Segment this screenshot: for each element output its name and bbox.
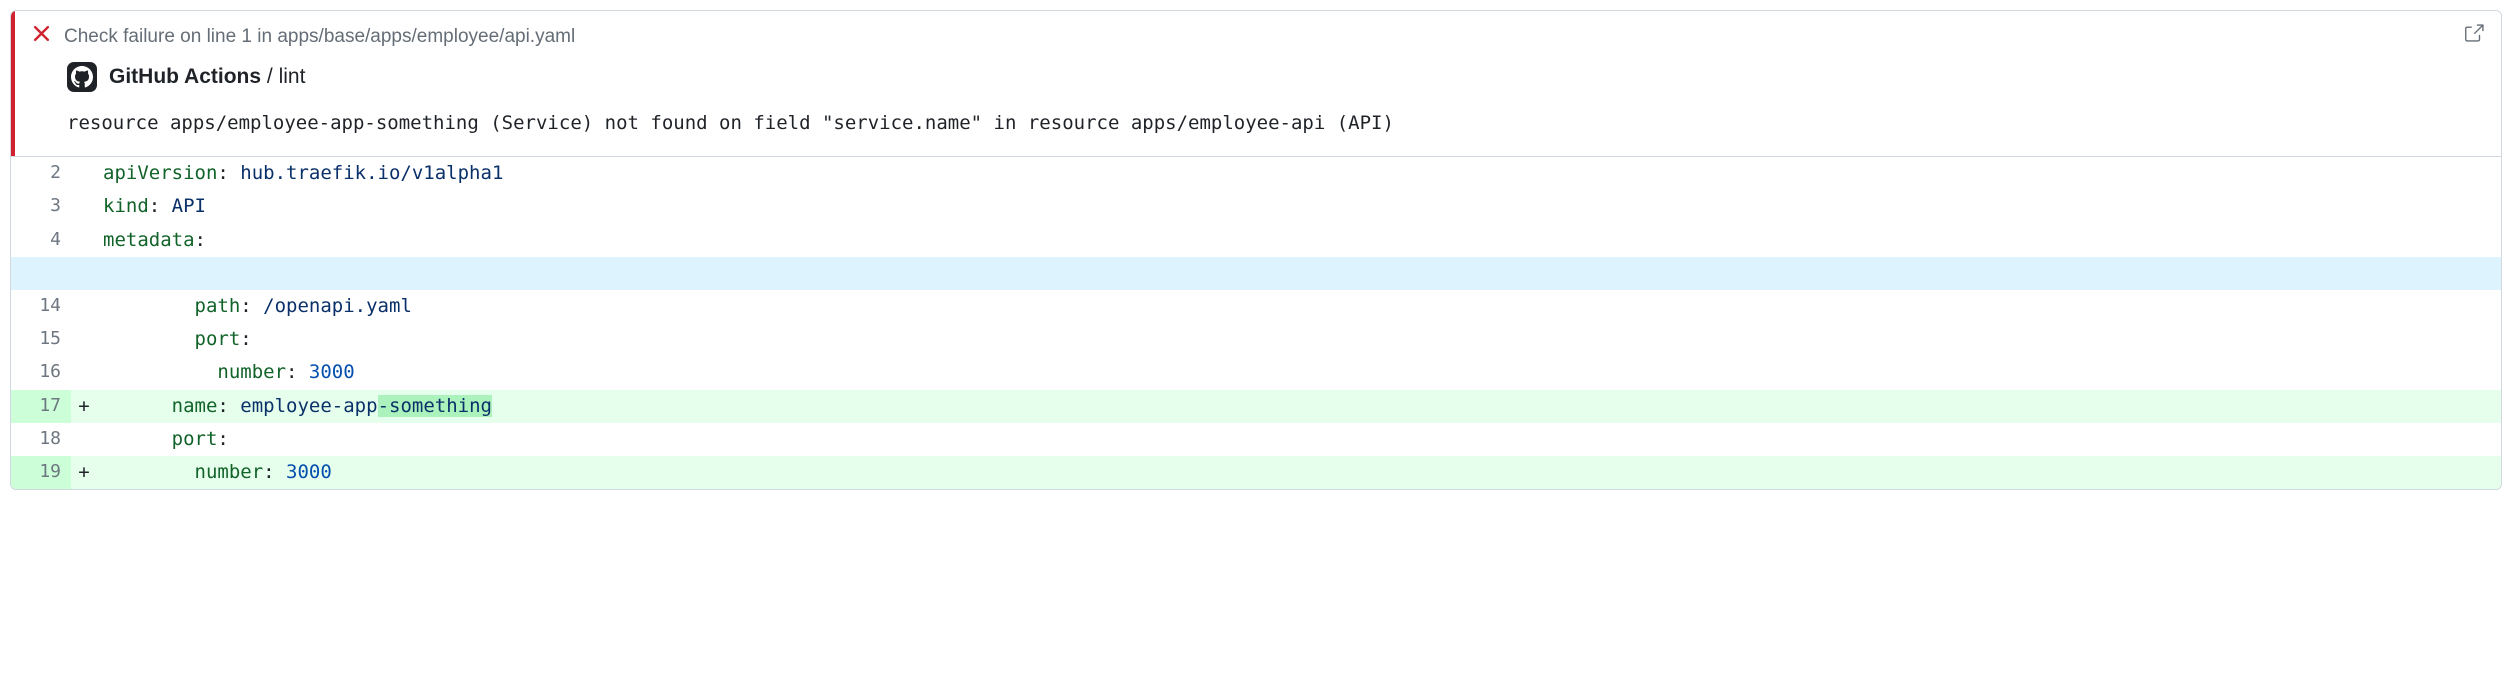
annotation-message: resource apps/employee-app-something (Se… <box>67 112 2483 134</box>
code-content: port: <box>97 323 2501 356</box>
diff-tbody: 2 apiVersion: hub.traefik.io/v1alpha1 3 kin… <box>11 157 2501 490</box>
annotation-header: Check failure on line 1 in apps/base/app… <box>33 25 2483 48</box>
line-number[interactable]: 18 <box>11 423 71 456</box>
line-number[interactable]: 4 <box>11 224 71 257</box>
annotation-source-row: GitHub Actions / lint <box>67 62 2483 92</box>
code-content: metadata: <box>97 224 2501 257</box>
code-line: 3 kind: API <box>11 190 2501 223</box>
code-line: 2 apiVersion: hub.traefik.io/v1alpha1 <box>11 157 2501 191</box>
code-line: 15 port: <box>11 323 2501 356</box>
code-line: 16 number: 3000 <box>11 356 2501 389</box>
diff-marker <box>71 157 97 191</box>
code-line <box>11 257 2501 290</box>
line-number[interactable] <box>11 257 71 290</box>
github-logo-icon <box>67 62 97 92</box>
line-number[interactable]: 14 <box>11 290 71 323</box>
diff-marker: + <box>71 456 97 489</box>
diff-code-table: 2 apiVersion: hub.traefik.io/v1alpha1 3 kin… <box>11 156 2501 489</box>
diff-marker <box>71 290 97 323</box>
code-line: 19+ number: 3000 <box>11 456 2501 489</box>
diff-marker <box>71 423 97 456</box>
line-number[interactable]: 16 <box>11 356 71 389</box>
expand-annotation-icon[interactable] <box>2463 23 2485 48</box>
diff-marker <box>71 356 97 389</box>
code-line: 18 port: <box>11 423 2501 456</box>
line-number[interactable]: 15 <box>11 323 71 356</box>
annotation-source: GitHub Actions / lint <box>109 65 305 89</box>
code-content: kind: API <box>97 190 2501 223</box>
annotation-source-sep: / <box>261 65 279 88</box>
code-content: path: /openapi.yaml <box>97 290 2501 323</box>
annotation-source-check: lint <box>279 65 306 88</box>
line-number[interactable]: 19 <box>11 456 71 489</box>
check-annotation: Check failure on line 1 in apps/base/app… <box>11 11 2501 156</box>
code-line: 4 metadata: <box>11 224 2501 257</box>
code-content: apiVersion: hub.traefik.io/v1alpha1 <box>97 157 2501 191</box>
code-content: name: employee-app-something <box>97 390 2501 423</box>
code-content: port: <box>97 423 2501 456</box>
code-line: 17+ name: employee-app-something <box>11 390 2501 423</box>
annotation-header-text: Check failure on line 1 in apps/base/app… <box>64 26 575 48</box>
diff-marker: + <box>71 390 97 423</box>
code-content <box>97 257 2501 290</box>
diff-annotation-container: Check failure on line 1 in apps/base/app… <box>10 10 2502 490</box>
code-content: number: 3000 <box>97 456 2501 489</box>
annotation-source-app: GitHub Actions <box>109 65 261 88</box>
diff-marker <box>71 224 97 257</box>
line-number[interactable]: 3 <box>11 190 71 223</box>
failure-x-icon <box>33 25 50 48</box>
line-number[interactable]: 2 <box>11 157 71 191</box>
diff-marker <box>71 323 97 356</box>
code-line: 14 path: /openapi.yaml <box>11 290 2501 323</box>
diff-marker <box>71 190 97 223</box>
diff-marker <box>71 257 97 290</box>
line-number[interactable]: 17 <box>11 390 71 423</box>
code-content: number: 3000 <box>97 356 2501 389</box>
